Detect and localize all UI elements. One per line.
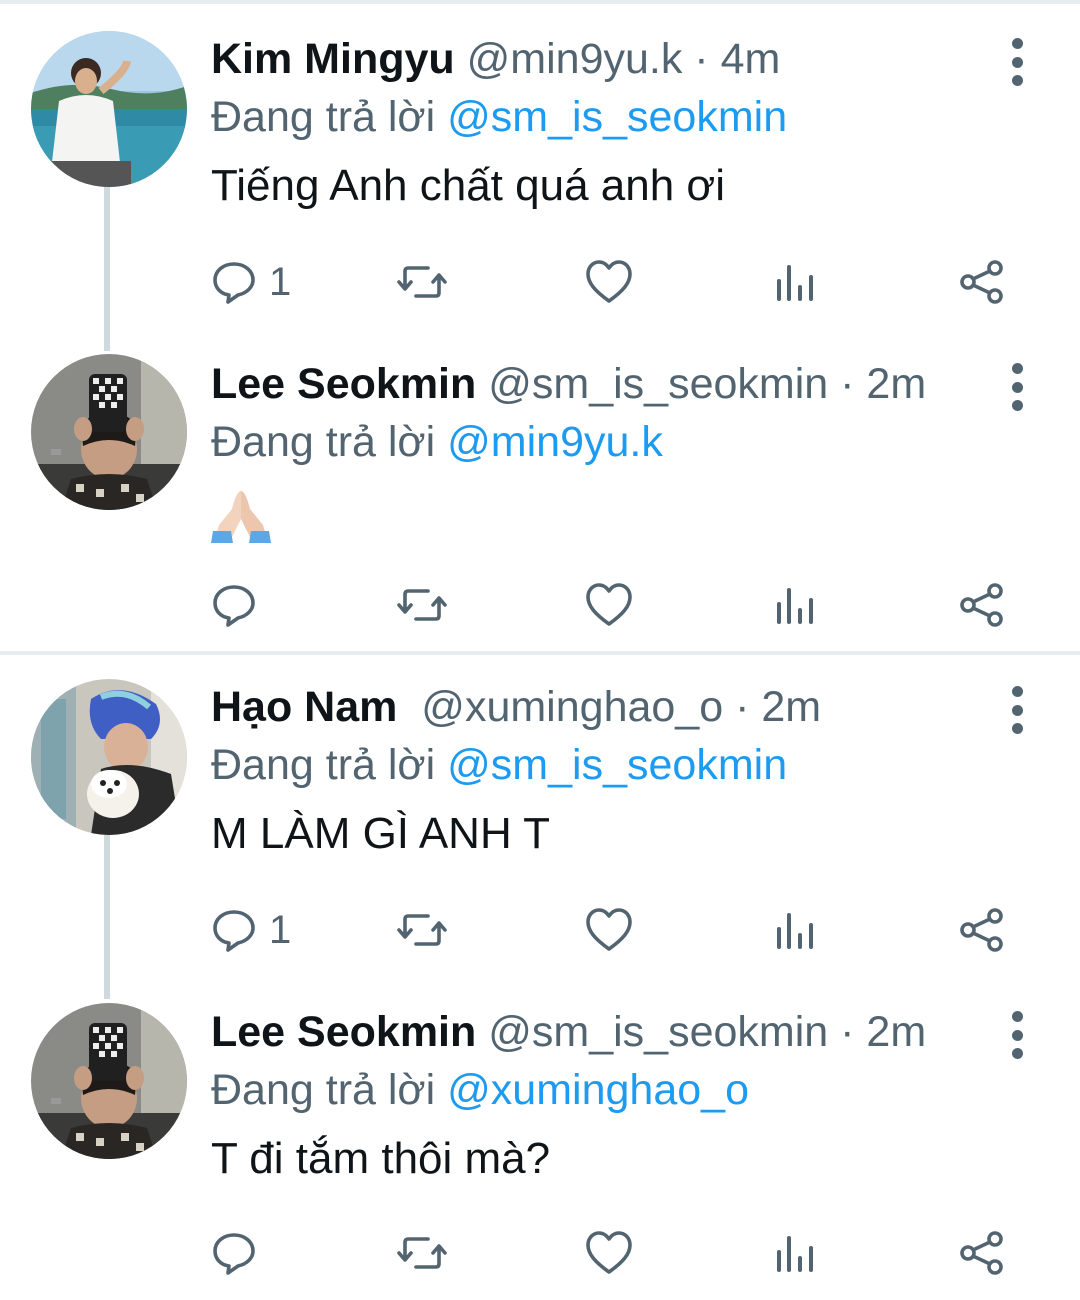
views-button[interactable]: [773, 906, 817, 954]
reply-icon: [213, 1233, 255, 1275]
reply-count: 1: [269, 907, 292, 952]
username[interactable]: @sm_is_seokmin: [488, 1008, 828, 1056]
action-bar: [211, 581, 1011, 629]
tweet-text: 🙏🏻: [211, 487, 271, 548]
replying-prefix: Đang trả lời: [211, 1066, 436, 1114]
retweet-icon: [397, 589, 447, 621]
like-button[interactable]: [585, 1229, 633, 1277]
timestamp[interactable]: 2m: [761, 683, 821, 731]
timestamp[interactable]: 4m: [721, 35, 781, 83]
reply-button[interactable]: [211, 1229, 257, 1277]
reply-icon: [213, 585, 255, 627]
like-icon: [586, 908, 632, 951]
share-button[interactable]: [959, 581, 1005, 629]
separator-dot: ·: [694, 35, 709, 83]
reply-icon: [213, 262, 255, 304]
like-icon: [586, 1231, 632, 1274]
mention-link[interactable]: @sm_is_seokmin: [447, 741, 787, 789]
retweet-button[interactable]: [397, 258, 447, 306]
mention-link[interactable]: @sm_is_seokmin: [447, 93, 787, 141]
replying-to: Đang trả lời @sm_is_seokmin: [211, 738, 787, 792]
tweet-header: Lee Seokmin @sm_is_seokmin · 2m: [211, 1005, 980, 1059]
display-name[interactable]: Lee Seokmin: [211, 360, 476, 408]
views-icon: [777, 1236, 813, 1272]
action-bar: 1: [211, 258, 1011, 306]
more-icon[interactable]: [1004, 38, 1030, 86]
tweet-header: Kim Mingyu @min9yu.k · 4m: [211, 32, 980, 86]
display-name[interactable]: Kim Mingyu: [211, 35, 455, 83]
views-icon: [777, 588, 813, 624]
like-button[interactable]: [585, 258, 633, 306]
reply-count: 1: [269, 259, 292, 304]
share-button[interactable]: [959, 906, 1005, 954]
username[interactable]: @sm_is_seokmin: [488, 360, 828, 408]
display-name[interactable]: Lee Seokmin: [211, 1008, 476, 1056]
views-button[interactable]: [773, 258, 817, 306]
like-icon: [586, 583, 632, 626]
timestamp[interactable]: 2m: [866, 360, 926, 408]
replying-to: Đang trả lời @xuminghao_o: [211, 1063, 749, 1117]
avatar[interactable]: [31, 31, 187, 187]
more-icon[interactable]: [1004, 686, 1030, 734]
tweet[interactable]: Lee Seokmin @sm_is_seokmin · 2m Đang trả…: [0, 973, 1080, 1300]
retweet-button[interactable]: [397, 906, 447, 954]
retweet-icon: [397, 266, 447, 298]
replying-to: Đang trả lời @min9yu.k: [211, 415, 663, 469]
mention-link[interactable]: @xuminghao_o: [447, 1066, 749, 1114]
reply-button[interactable]: 1: [211, 258, 291, 306]
reply-button[interactable]: 1: [211, 906, 291, 954]
share-icon: [960, 908, 1003, 952]
separator-dot: ·: [840, 360, 855, 408]
share-button[interactable]: [959, 258, 1005, 306]
folded-hands-icon: [211, 491, 271, 543]
share-icon: [960, 260, 1003, 304]
share-icon: [960, 583, 1003, 627]
replying-prefix: Đang trả lời: [211, 418, 436, 466]
tweet-header: Lee Seokmin @sm_is_seokmin · 2m: [211, 357, 980, 411]
replying-to: Đang trả lời @sm_is_seokmin: [211, 90, 787, 144]
mention-link[interactable]: @min9yu.k: [447, 418, 663, 466]
tweet[interactable]: Hạo Nam @xuminghao_o · 2m Đang trả lời @…: [0, 648, 1080, 999]
reply-button[interactable]: [211, 581, 257, 629]
tweet[interactable]: Lee Seokmin @sm_is_seokmin · 2m Đang trả…: [0, 325, 1080, 650]
action-bar: 1: [211, 906, 1011, 954]
tweet-text: T đi tắm thôi mà?: [211, 1134, 551, 1183]
tweet-text: M LÀM GÌ ANH T: [211, 809, 551, 858]
timestamp[interactable]: 2m: [866, 1008, 926, 1056]
views-icon: [777, 265, 813, 301]
username[interactable]: @xuminghao_o: [421, 683, 723, 731]
retweet-button[interactable]: [397, 581, 447, 629]
share-button[interactable]: [959, 1229, 1005, 1277]
separator-dot: ·: [840, 1008, 855, 1056]
tweet-text: Tiếng Anh chất quá anh ơi: [211, 161, 726, 210]
like-button[interactable]: [585, 581, 633, 629]
tweet[interactable]: Kim Mingyu @min9yu.k · 4m Đang trả lời @…: [0, 0, 1080, 351]
like-icon: [586, 260, 632, 303]
retweet-icon: [397, 914, 447, 946]
like-button[interactable]: [585, 906, 633, 954]
replying-prefix: Đang trả lời: [211, 741, 436, 789]
retweet-button[interactable]: [397, 1229, 447, 1277]
avatar[interactable]: [31, 679, 187, 835]
tweet-header: Hạo Nam @xuminghao_o · 2m: [211, 680, 980, 734]
views-icon: [777, 913, 813, 949]
share-icon: [960, 1231, 1003, 1275]
replying-prefix: Đang trả lời: [211, 93, 436, 141]
views-button[interactable]: [773, 581, 817, 629]
retweet-icon: [397, 1237, 447, 1269]
action-bar: [211, 1229, 1011, 1277]
avatar[interactable]: [31, 354, 187, 510]
username[interactable]: @min9yu.k: [467, 35, 683, 83]
more-icon[interactable]: [1004, 1011, 1030, 1059]
more-icon[interactable]: [1004, 363, 1030, 411]
views-button[interactable]: [773, 1229, 817, 1277]
separator-dot: ·: [735, 683, 750, 731]
avatar[interactable]: [31, 1003, 187, 1159]
display-name[interactable]: Hạo Nam: [211, 683, 397, 731]
reply-icon: [213, 910, 255, 952]
